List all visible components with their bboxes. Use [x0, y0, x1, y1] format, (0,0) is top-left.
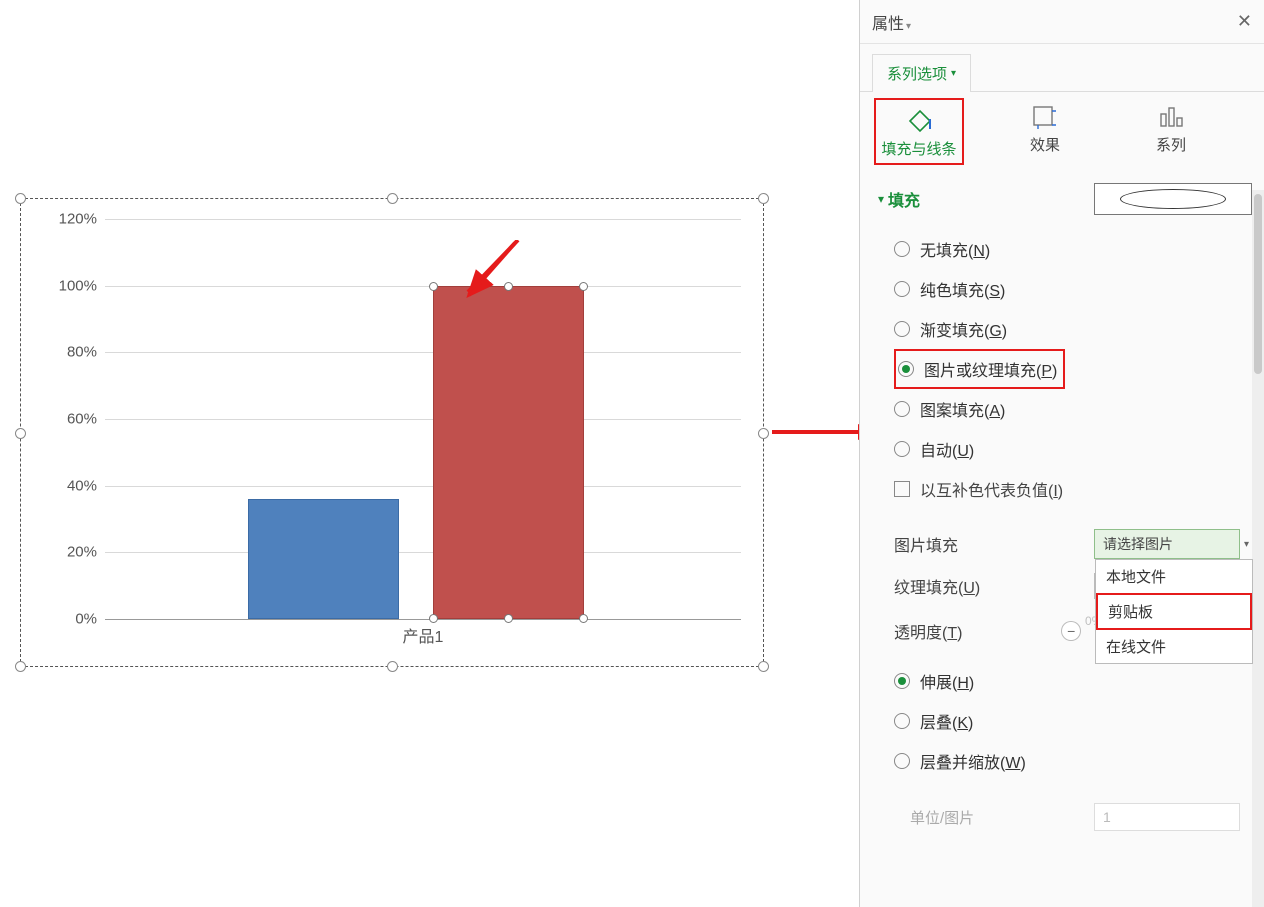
bar-select-handle[interactable] — [429, 282, 438, 291]
tab-effects[interactable]: 效果 — [1002, 100, 1088, 163]
picture-select-menu: 本地文件 剪贴板 在线文件 — [1095, 559, 1253, 664]
mode-stack[interactable]: 层叠(K) — [894, 701, 1252, 741]
bar-select-handle[interactable] — [579, 614, 588, 623]
resize-handle[interactable] — [758, 193, 769, 204]
resize-handle[interactable] — [15, 193, 26, 204]
bar-select-handle[interactable] — [504, 282, 513, 291]
resize-handle[interactable] — [387, 193, 398, 204]
resize-handle[interactable] — [758, 428, 769, 439]
panel-title: 属性▾ — [872, 10, 911, 34]
chart-y-axis: 0% 20% 40% 60% 80% 100% 120% — [43, 219, 101, 619]
shape-preview-dropdown[interactable]: ▾ — [1094, 183, 1252, 215]
y-tick: 120% — [43, 211, 97, 228]
panel-scrollbar[interactable] — [1252, 190, 1264, 907]
scrollbar-thumb[interactable] — [1254, 194, 1262, 374]
fill-option-gradient[interactable]: 渐变填充(G) — [894, 309, 1252, 349]
close-icon[interactable]: ✕ — [1237, 14, 1252, 30]
fill-option-auto[interactable]: 自动(U) — [894, 429, 1252, 469]
y-tick: 80% — [43, 344, 97, 361]
y-tick: 20% — [43, 544, 97, 561]
series-options-dropdown[interactable]: 系列选项▾ — [872, 54, 971, 92]
chart-plot-area: 0% 20% 40% 60% 80% 100% 120% — [43, 219, 741, 647]
chart-x-label: 产品1 — [105, 623, 741, 647]
mode-stretch[interactable]: 伸展(H) — [894, 661, 1252, 701]
mode-stack-scale[interactable]: 层叠并缩放(W) — [894, 741, 1252, 781]
bar-select-handle[interactable] — [429, 614, 438, 623]
picture-fill-label: 图片填充 — [894, 532, 1094, 556]
fill-option-solid[interactable]: 纯色填充(S) — [894, 269, 1252, 309]
fill-option-pattern[interactable]: 图案填充(A) — [894, 389, 1252, 429]
bar-select-handle[interactable] — [504, 614, 513, 623]
bar-chart-icon — [1128, 100, 1214, 134]
picture-option-online[interactable]: 在线文件 — [1096, 630, 1252, 663]
picture-option-local[interactable]: 本地文件 — [1096, 560, 1252, 593]
picture-select-dropdown[interactable]: 请选择图片▾ 本地文件 剪贴板 在线文件 — [1094, 529, 1240, 559]
transparency-label: 透明度(T) — [894, 619, 1061, 643]
unit-per-picture-label: 单位/图片 — [910, 807, 1094, 828]
paint-bucket-icon — [876, 104, 962, 138]
effects-icon — [1002, 100, 1088, 134]
resize-handle[interactable] — [758, 661, 769, 672]
y-tick: 0% — [43, 611, 97, 628]
section-collapse-icon[interactable]: ▾ — [878, 192, 884, 206]
bar-select-handle[interactable] — [579, 282, 588, 291]
chart-container[interactable]: 0% 20% 40% 60% 80% 100% 120% — [20, 198, 764, 667]
properties-panel: 属性▾ ✕ 系列选项▾ 填充与线条 效果 系列 — [859, 0, 1264, 907]
chart-bar-series1[interactable] — [248, 499, 399, 619]
resize-handle[interactable] — [15, 661, 26, 672]
resize-handle[interactable] — [387, 661, 398, 672]
y-tick: 100% — [43, 277, 97, 294]
resize-handle[interactable] — [15, 428, 26, 439]
fill-option-picture-texture[interactable]: 图片或纹理填充(P) — [894, 349, 1065, 389]
picture-option-clipboard[interactable]: 剪贴板 — [1096, 593, 1252, 630]
fill-section-header[interactable]: 填充 — [888, 187, 920, 211]
tab-fill-and-line[interactable]: 填充与线条 — [876, 100, 962, 163]
texture-fill-label: 纹理填充(U) — [894, 574, 1094, 598]
y-tick: 60% — [43, 411, 97, 428]
chart-bar-series2-selected[interactable] — [433, 286, 584, 619]
transparency-decrement-button[interactable]: − — [1061, 621, 1081, 641]
unit-per-picture-input[interactable] — [1094, 803, 1240, 831]
y-tick: 40% — [43, 477, 97, 494]
tab-series[interactable]: 系列 — [1128, 100, 1214, 163]
invert-negative-checkbox[interactable]: 以互补色代表负值(I) — [894, 469, 1252, 509]
ellipse-icon — [1120, 189, 1226, 209]
fill-option-none[interactable]: 无填充(N) — [894, 229, 1252, 269]
